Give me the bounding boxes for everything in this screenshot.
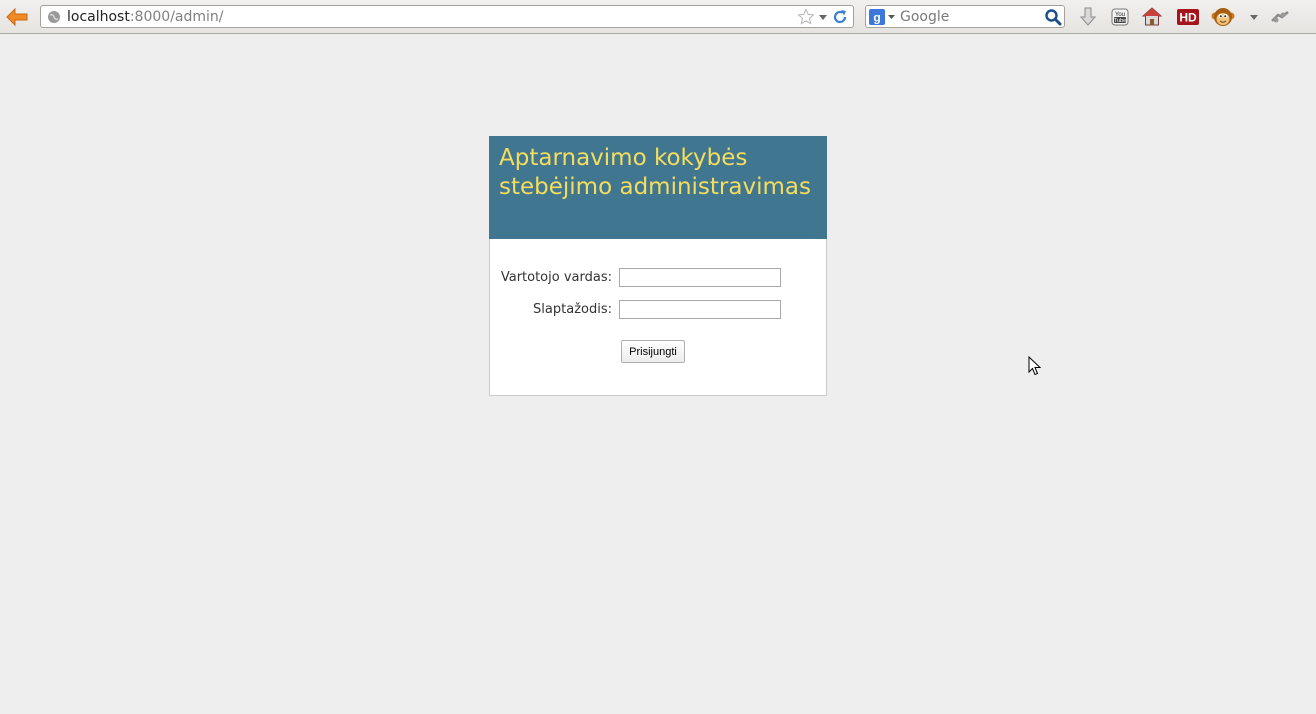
- browser-toolbar: localhost:8000/admin/ g Google You Tube …: [0, 0, 1316, 34]
- back-button[interactable]: [4, 6, 30, 28]
- download-icon[interactable]: [1076, 5, 1100, 29]
- url-host: localhost: [67, 8, 130, 25]
- monkey-icon[interactable]: [1211, 5, 1235, 29]
- login-panel: Aptarnavimo kokybės stebėjimo administra…: [489, 136, 827, 396]
- page-title: Aptarnavimo kokybės stebėjimo administra…: [499, 145, 811, 200]
- search-bar: g: [865, 5, 1065, 28]
- bookmark-star-icon[interactable]: [797, 7, 815, 26]
- password-label: Slaptažodis:: [533, 302, 612, 317]
- password-row: Slaptažodis:: [490, 300, 826, 320]
- url-text[interactable]: localhost:8000/admin/: [67, 9, 797, 25]
- username-row: Vartotojo vardas:: [490, 268, 826, 288]
- login-button[interactable]: Prisijungti: [621, 340, 685, 363]
- login-header: Aptarnavimo kokybės stebėjimo administra…: [489, 136, 827, 239]
- magnifier-icon[interactable]: [1044, 8, 1062, 26]
- svg-text:Tube: Tube: [1114, 18, 1126, 24]
- address-bar[interactable]: localhost:8000/admin/: [40, 5, 854, 28]
- password-input[interactable]: [619, 300, 781, 319]
- youtube-icon[interactable]: You Tube: [1108, 5, 1132, 29]
- username-label: Vartotojo vardas:: [500, 270, 612, 285]
- dropdown-icon: [888, 15, 895, 19]
- globe-icon: [47, 10, 61, 24]
- menu-dropdown-icon[interactable]: [1242, 5, 1266, 29]
- url-actions: [797, 7, 849, 26]
- reload-icon[interactable]: [831, 8, 849, 26]
- home-icon[interactable]: [1140, 5, 1164, 29]
- google-g-icon: g: [869, 8, 885, 25]
- hd-label: HD: [1179, 11, 1197, 25]
- mouse-cursor-icon: [1028, 356, 1042, 376]
- search-input[interactable]: [900, 8, 1038, 25]
- hd-icon[interactable]: HD: [1176, 5, 1200, 29]
- history-dropdown-icon[interactable]: [817, 11, 829, 23]
- svg-text:g: g: [873, 10, 880, 24]
- search-engine-selector[interactable]: g: [869, 8, 896, 25]
- url-path: :8000/admin/: [129, 8, 224, 25]
- username-input[interactable]: [619, 268, 781, 287]
- addon-icon[interactable]: [1268, 5, 1292, 29]
- back-arrow-icon: [6, 7, 28, 27]
